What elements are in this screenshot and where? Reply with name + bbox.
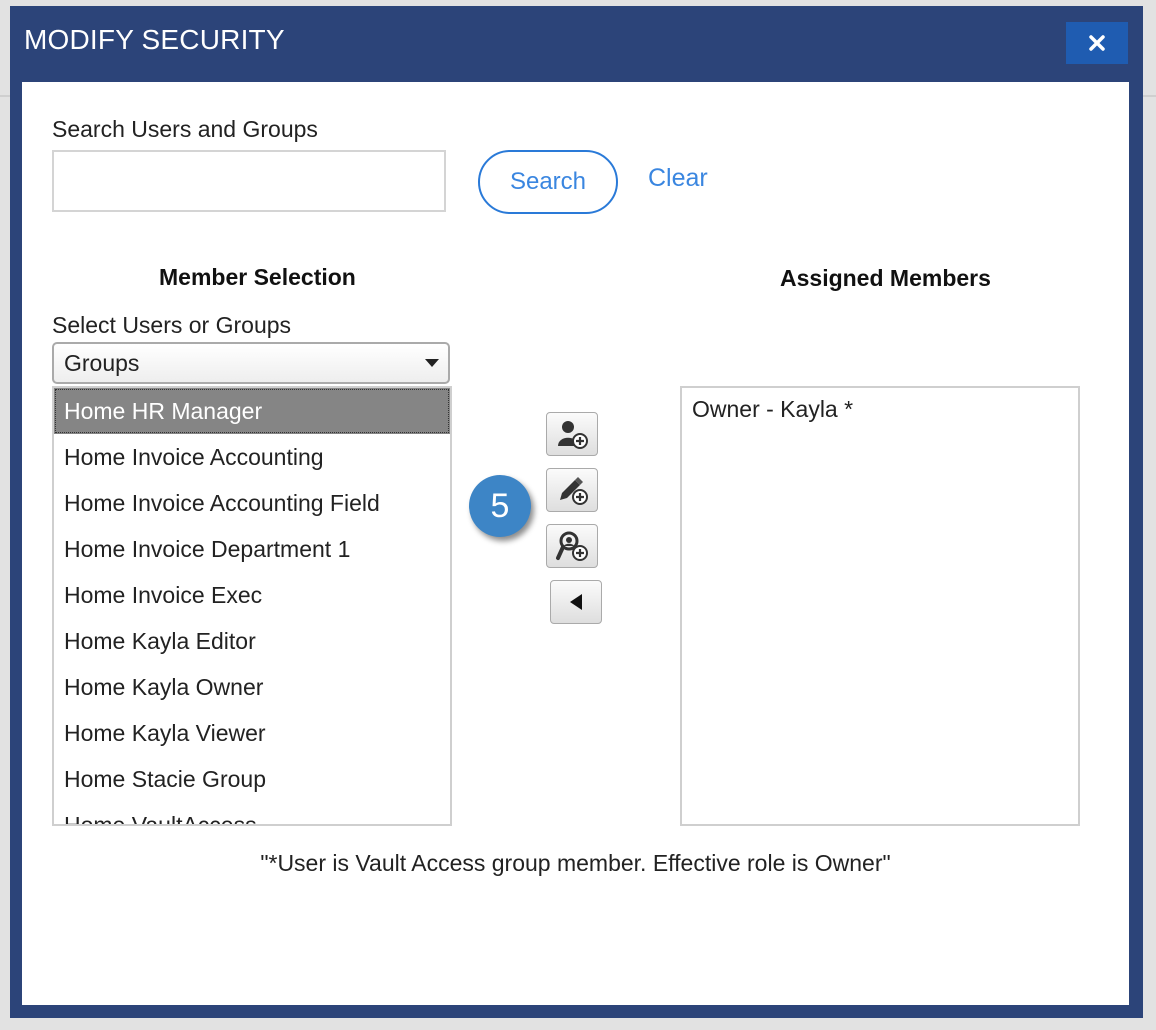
assigned-members-heading: Assigned Members [780, 265, 991, 291]
search-input[interactable] [52, 150, 446, 212]
search-button[interactable]: Search [478, 150, 618, 214]
member-selection-heading: Member Selection [159, 264, 356, 290]
list-item[interactable]: Home Invoice Accounting Field [54, 480, 450, 526]
select-users-groups-label: Select Users or Groups [52, 312, 292, 338]
chevron-down-icon [425, 359, 439, 367]
list-item[interactable]: Home Kayla Owner [54, 664, 450, 710]
add-editor-icon [560, 477, 588, 505]
list-item[interactable]: Home Invoice Department 1 [54, 526, 450, 572]
list-item[interactable]: Home VaultAccess [54, 802, 450, 824]
list-item[interactable]: Home Invoice Exec [54, 572, 450, 618]
search-label: Search Users and Groups [52, 116, 318, 142]
dialog-content: Search Users and Groups Search Clear Mem… [22, 82, 1129, 1005]
close-icon [1089, 35, 1105, 51]
add-owner-icon [556, 531, 588, 561]
member-selection-list[interactable]: Home HR Manager Home Invoice Accounting … [52, 386, 452, 826]
users-groups-select[interactable]: Groups [52, 342, 450, 384]
list-item[interactable]: Home Invoice Accounting [54, 434, 450, 480]
list-item[interactable]: Home Kayla Viewer [54, 710, 450, 756]
add-viewer-icon [558, 421, 588, 449]
clear-link[interactable]: Clear [648, 164, 708, 193]
list-item[interactable]: Home Kayla Editor [54, 618, 450, 664]
select-value: Groups [64, 349, 140, 376]
add-owner-button[interactable] [546, 524, 598, 568]
list-item[interactable]: Home Stacie Group [54, 756, 450, 802]
step-callout-badge: 5 [469, 475, 531, 537]
list-item[interactable]: Owner - Kayla * [682, 388, 1078, 431]
remove-member-button[interactable] [550, 580, 602, 624]
list-item[interactable]: Home HR Manager [54, 388, 450, 434]
vault-access-footnote: "*User is Vault Access group member. Eff… [260, 850, 891, 876]
add-editor-button[interactable] [546, 468, 598, 512]
dialog-title: MODIFY SECURITY [24, 24, 285, 55]
modify-security-dialog: MODIFY SECURITY Search Users and Groups … [10, 6, 1143, 1018]
add-viewer-button[interactable] [546, 412, 598, 456]
assigned-members-list[interactable]: Owner - Kayla * [680, 386, 1080, 826]
close-button[interactable] [1066, 22, 1128, 64]
remove-arrow-icon [570, 594, 582, 610]
